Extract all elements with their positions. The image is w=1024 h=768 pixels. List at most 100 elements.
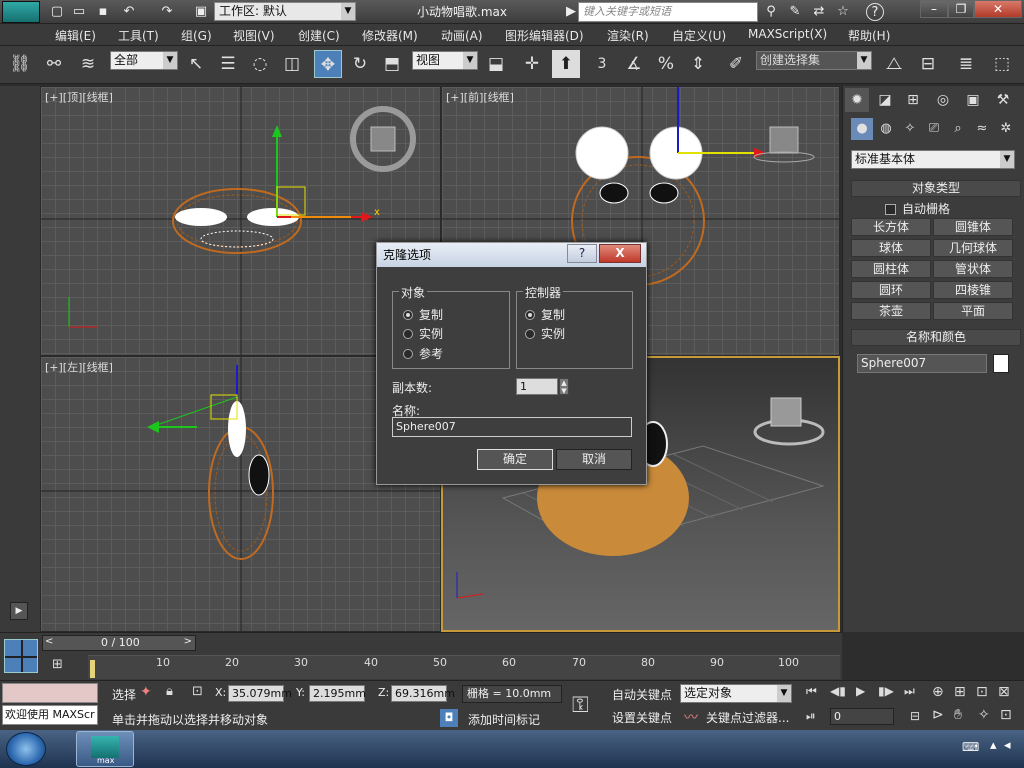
selected-object-select[interactable]: 选定对象 ▼ — [680, 684, 792, 703]
menu-modifiers[interactable]: 修改器(M) — [362, 27, 418, 44]
object-name-field[interactable]: Sphere007 — [857, 354, 987, 373]
zoom-all-icon[interactable]: ⊞ — [954, 684, 966, 700]
expand-arrow-button[interactable]: ▶ — [10, 602, 28, 620]
percent-snap-icon[interactable]: % — [652, 50, 680, 78]
play-icon[interactable]: ▶ — [856, 684, 865, 698]
cone-button[interactable]: 圆锥体 — [933, 218, 1013, 236]
menu-graph-editors[interactable]: 图形编辑器(D) — [505, 27, 584, 44]
key-mode-toggle-icon[interactable]: ⏯ — [806, 709, 816, 724]
redo-icon[interactable]: ↷ — [158, 3, 176, 21]
slider-left-arrow[interactable]: < — [45, 636, 53, 647]
menu-help[interactable]: 帮助(H) — [848, 27, 890, 44]
field-of-view-icon[interactable]: ⊳ — [932, 707, 944, 723]
dialog-help-button[interactable]: ? — [567, 244, 597, 263]
window-crossing-icon[interactable]: ◫ — [278, 50, 306, 78]
spacewarps-icon[interactable]: ≈ — [971, 118, 993, 140]
angle-snap-icon[interactable]: ∡ — [620, 50, 648, 78]
modify-tab-icon[interactable]: ◪ — [873, 88, 897, 112]
favorites-star-icon[interactable]: ☆ — [834, 3, 852, 21]
select-object-icon[interactable]: ↖ — [182, 50, 210, 78]
auto-key-button[interactable]: 自动关键点 — [612, 686, 672, 703]
goto-end-icon[interactable]: ⏭ — [904, 684, 915, 699]
open-file-icon[interactable]: ▭ — [70, 3, 88, 21]
autogrid-checkbox[interactable]: 自动栅格 — [885, 200, 950, 217]
lights-icon[interactable]: ✧ — [899, 118, 921, 140]
save-icon[interactable]: ▪ — [94, 3, 112, 21]
spinner-snap-icon[interactable]: ⇕ — [684, 50, 712, 78]
menu-group[interactable]: 组(G) — [181, 27, 212, 44]
layer-manager-icon[interactable]: ≣ — [952, 50, 980, 78]
key-filters-button[interactable]: 关键点过滤器... — [706, 709, 789, 726]
slider-right-arrow[interactable]: > — [184, 636, 192, 647]
selection-region-icon[interactable]: ◌ — [246, 50, 274, 78]
utilities-tab-icon[interactable]: ⚒ — [991, 88, 1015, 112]
orbit-icon[interactable]: ✧ — [978, 707, 990, 723]
radio-dot[interactable] — [525, 309, 535, 320]
geometry-icon[interactable]: ● — [851, 118, 873, 140]
menu-animation[interactable]: 动画(A) — [441, 27, 483, 44]
cancel-button[interactable]: 取消 — [556, 449, 632, 470]
mirror-icon[interactable]: ⧍ — [880, 50, 908, 78]
tray-arrow-icon[interactable]: ▴ — [990, 738, 997, 753]
display-tab-icon[interactable]: ▣ — [961, 88, 985, 112]
edit-named-selection-icon[interactable]: ✐ — [722, 50, 750, 78]
time-tag-icon[interactable]: ◘ — [440, 709, 458, 727]
search-input[interactable]: 键入关键字或短语 — [578, 2, 758, 22]
shapes-icon[interactable]: ◍ — [875, 118, 897, 140]
plane-button[interactable]: 平面 — [933, 302, 1013, 320]
radio-instance[interactable]: 实例 — [403, 325, 443, 342]
align-icon[interactable]: ⊟ — [914, 50, 942, 78]
scale-icon[interactable]: ⬒ — [378, 50, 406, 78]
help-icon[interactable]: ? — [866, 3, 884, 21]
hierarchy-tab-icon[interactable]: ⊞ — [901, 88, 925, 112]
box-button[interactable]: 长方体 — [851, 218, 931, 236]
move-icon[interactable]: ✥ — [314, 50, 342, 78]
isolate-bulb-icon[interactable]: ✦ — [140, 684, 152, 700]
set-key-button[interactable]: 设置关键点 — [612, 709, 672, 726]
keyboard-shortcut-icon[interactable]: ⬆ — [552, 50, 580, 78]
snap-toggle-icon[interactable]: 3 — [588, 50, 616, 78]
cameras-icon[interactable]: ⎚ — [923, 118, 945, 140]
pivot-center-icon[interactable]: ⬓ — [482, 50, 510, 78]
menu-rendering[interactable]: 渲染(R) — [607, 27, 649, 44]
menu-customize[interactable]: 自定义(U) — [672, 27, 726, 44]
rollout-object-type[interactable]: 对象类型 — [851, 180, 1021, 197]
x-coord-field[interactable]: 35.079mm — [228, 685, 292, 702]
create-tab-icon[interactable]: ✹ — [845, 88, 869, 112]
object-color-swatch[interactable] — [993, 354, 1009, 373]
radio-controller-instance[interactable]: 实例 — [525, 325, 565, 342]
rollout-name-color[interactable]: 名称和颜色 — [851, 329, 1021, 346]
track-bar[interactable]: 10 20 30 40 50 60 70 80 90 100 — [88, 655, 840, 679]
radio-controller-copy[interactable]: 复制 — [525, 306, 565, 323]
binoculars-icon[interactable]: ⚲ — [762, 3, 780, 21]
frame-cursor[interactable] — [90, 660, 95, 678]
menu-tools[interactable]: 工具(T) — [118, 27, 159, 44]
absolute-mode-icon[interactable]: ⊡ — [192, 684, 203, 699]
next-frame-icon[interactable]: ▮▶ — [878, 684, 894, 698]
keyboard-tray-icon[interactable]: ⌨ — [962, 740, 979, 754]
sphere-button[interactable]: 球体 — [851, 239, 931, 257]
undo-icon[interactable]: ↶ — [120, 3, 138, 21]
current-frame-field[interactable]: 0 — [830, 708, 894, 725]
geosphere-button[interactable]: 几何球体 — [933, 239, 1013, 257]
lock-selection-icon[interactable]: 🔒︎ — [166, 684, 173, 699]
select-by-name-icon[interactable]: ☰ — [214, 50, 242, 78]
maxscript-listener-pink[interactable] — [2, 683, 98, 703]
bind-spacewarp-icon[interactable]: ≋ — [74, 50, 102, 78]
maximize-viewport-icon[interactable]: ⊡ — [1000, 707, 1012, 723]
reference-coordinate-select[interactable]: 视图 ▼ — [412, 51, 478, 70]
y-coord-field[interactable]: 2.195mm — [309, 685, 366, 702]
category-select[interactable]: 标准基本体 ▼ — [851, 150, 1015, 169]
close-button[interactable]: ✕ — [974, 0, 1022, 18]
radio-dot[interactable] — [403, 309, 413, 320]
prev-frame-icon[interactable]: ◀▮ — [830, 684, 846, 698]
radio-dot[interactable] — [403, 328, 413, 339]
radio-dot[interactable] — [525, 328, 535, 339]
named-selection-select[interactable]: 创建选择集 ▼ — [756, 51, 872, 70]
windows-start-icon[interactable] — [6, 732, 46, 766]
unlink-icon[interactable]: ⚯ — [40, 50, 68, 78]
time-slider[interactable]: < 0 / 100 > — [42, 635, 196, 651]
minimize-button[interactable]: – — [920, 0, 948, 18]
workspace-select[interactable]: 工作区: 默认 ▼ — [214, 2, 356, 21]
menu-edit[interactable]: 编辑(E) — [55, 27, 96, 44]
